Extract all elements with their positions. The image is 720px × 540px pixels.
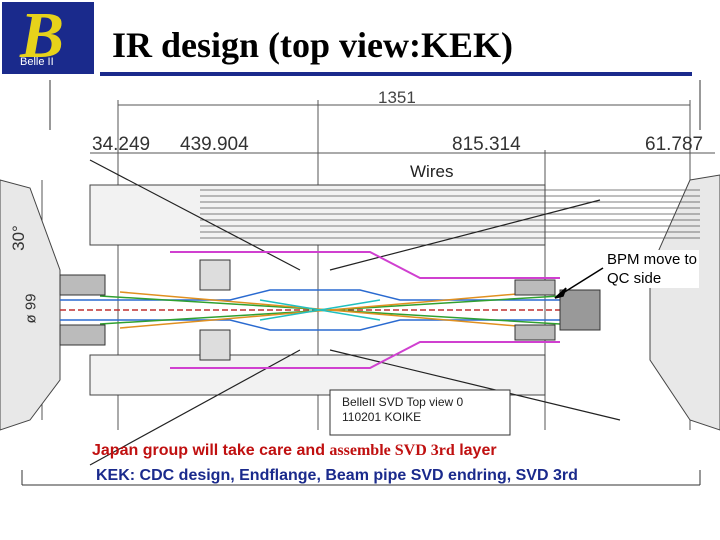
title-block-line2: 110201 KOIKE bbox=[342, 410, 422, 424]
dimension-1: 34.249 bbox=[92, 134, 151, 155]
dimension-3: 815.314 bbox=[452, 134, 521, 155]
note1-part-a: Japan group will take care and bbox=[92, 442, 330, 459]
belle2-logo: B Belle II bbox=[2, 0, 94, 74]
angle-label: 30° bbox=[8, 225, 28, 251]
bpm-note: BPM move to QC side bbox=[605, 250, 700, 288]
note1-part-c: layer bbox=[454, 442, 497, 459]
wires-label: Wires bbox=[410, 162, 454, 181]
bpm-note-line1: BPM move to bbox=[607, 251, 698, 268]
dimension-2: 439.904 bbox=[180, 134, 249, 155]
kek-note: KEK: CDC design, Endflange, Beam pipe SV… bbox=[96, 467, 578, 484]
slide: B Belle II IR design (top view:KEK) 1351… bbox=[0, 0, 720, 540]
japan-group-note: Japan group will take care and assemble … bbox=[92, 442, 497, 460]
logo-subtitle: Belle II bbox=[20, 56, 54, 68]
diameter-label: ø 99 bbox=[22, 293, 40, 324]
beam-pipe bbox=[60, 289, 600, 331]
bpm-note-line2: QC side bbox=[607, 270, 662, 287]
title-block: BelleII SVD Top view 0 110201 KOIKE bbox=[342, 395, 463, 425]
slide-title: IR design (top view:KEK) bbox=[112, 25, 514, 65]
title-block-line1: BelleII SVD Top view 0 bbox=[342, 395, 464, 409]
dimension-total: 1351 bbox=[378, 88, 416, 107]
dimension-4: 61.787 bbox=[645, 134, 704, 155]
note1-part-b: assemble SVD 3rd bbox=[329, 442, 455, 459]
title-underline bbox=[100, 72, 692, 76]
